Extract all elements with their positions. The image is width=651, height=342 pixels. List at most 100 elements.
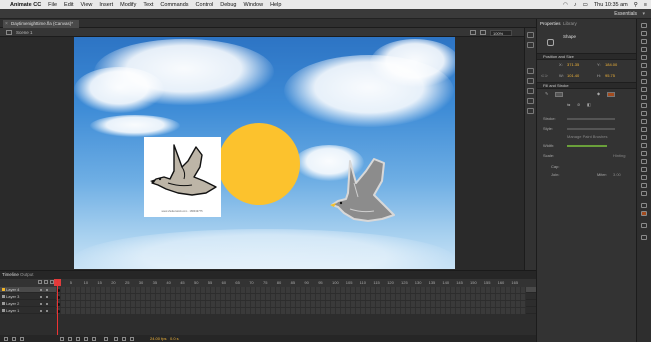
visibility-dot[interactable] (40, 296, 42, 298)
menu-control[interactable]: Control (196, 2, 214, 8)
black-white-icon[interactable]: ◧ (587, 102, 591, 107)
x-field[interactable]: 371.35 (567, 62, 579, 67)
menu-window[interactable]: Window (244, 2, 264, 8)
visibility-dot[interactable] (40, 289, 42, 291)
fill-color-swatch[interactable] (607, 92, 615, 97)
3d-rotation-tool-icon[interactable] (641, 47, 647, 52)
color-panel-icon[interactable] (527, 78, 534, 84)
scene-breadcrumb[interactable]: Scene 1 (16, 30, 33, 35)
swap-colors-tool-icon[interactable] (641, 223, 647, 228)
lock-dot[interactable] (46, 296, 48, 298)
next-frame-icon[interactable] (84, 337, 88, 341)
oval-tool-icon[interactable] (641, 95, 647, 100)
tab-output[interactable]: Output (20, 272, 34, 277)
width-select[interactable] (567, 145, 607, 147)
layer-row[interactable]: Layer 2 (0, 301, 536, 307)
new-folder-icon[interactable] (12, 337, 16, 341)
camera-tool-icon[interactable] (641, 175, 647, 180)
menu-insert[interactable]: Insert (99, 2, 113, 8)
loop-icon[interactable] (104, 337, 108, 341)
stroke-color-tool-icon[interactable] (641, 203, 647, 208)
layer-frames[interactable] (56, 294, 526, 300)
paint-bucket-tool-icon[interactable] (641, 143, 647, 148)
properties-panel-icon[interactable] (527, 32, 534, 38)
brush-tool-icon[interactable] (641, 119, 647, 124)
paint-bucket-icon[interactable]: ◆ (597, 91, 600, 96)
search-icon[interactable]: ⚲ (634, 2, 638, 8)
hinting-checkbox[interactable]: Hinting (613, 153, 625, 158)
menu-modify[interactable]: Modify (120, 2, 136, 8)
bird-image-card[interactable]: www.shutterstock.com · 186919775 (144, 137, 221, 217)
layer-frames[interactable] (56, 301, 526, 307)
battery-icon[interactable]: ▭ (583, 2, 588, 8)
link-icon[interactable]: ⊂⊃ (541, 73, 548, 78)
h-field[interactable]: 95.75 (605, 73, 615, 78)
new-layer-icon[interactable] (4, 337, 8, 341)
line-tool-icon[interactable] (641, 79, 647, 84)
chevron-down-icon[interactable]: ▾ (642, 11, 645, 17)
manage-brushes-link[interactable]: Manage Paint Brushes (567, 134, 607, 139)
menu-view[interactable]: View (81, 2, 93, 8)
layer-name[interactable]: Layer 2 (6, 301, 19, 307)
paint-brush-tool-icon[interactable] (641, 127, 647, 132)
swap-colors-icon[interactable]: ⇆ (567, 102, 570, 107)
tab-timeline[interactable]: Timeline (2, 272, 19, 277)
layer-name[interactable]: Layer 1 (6, 308, 19, 314)
previous-frame-icon[interactable] (68, 337, 72, 341)
eraser-tool-icon[interactable] (641, 159, 647, 164)
miter-field[interactable]: 3.00 (613, 172, 621, 177)
info-panel-icon[interactable] (527, 98, 534, 104)
transform-tool-icon[interactable] (641, 39, 647, 44)
first-frame-icon[interactable] (60, 337, 64, 341)
w-field[interactable]: 101.40 (567, 73, 579, 78)
frame-ruler[interactable]: 1510152025303540455055606570758085909510… (56, 279, 526, 287)
y-field[interactable]: 184.00 (605, 62, 617, 67)
layer-frames[interactable] (56, 308, 526, 314)
menu-debug[interactable]: Debug (220, 2, 236, 8)
hand-tool-icon[interactable] (641, 183, 647, 188)
width-tool-icon[interactable] (641, 167, 647, 172)
onion-skin-icon[interactable] (114, 337, 118, 341)
stroke-color-swatch[interactable] (555, 92, 563, 97)
tab-properties[interactable]: Properties (540, 21, 561, 26)
menu-text[interactable]: Text (143, 2, 153, 8)
lock-dot[interactable] (46, 310, 48, 312)
lasso-tool-icon[interactable] (641, 55, 647, 60)
swatches-panel-icon[interactable] (527, 88, 534, 94)
zoom-tool-icon[interactable] (641, 191, 647, 196)
play-icon[interactable] (76, 337, 80, 341)
selection-tool-icon[interactable] (641, 23, 647, 28)
clock[interactable]: Thu 10:35 am (594, 2, 628, 8)
bird-shape[interactable] (328, 157, 398, 229)
layer-name[interactable]: Layer 3 (6, 294, 19, 300)
last-frame-icon[interactable] (92, 337, 96, 341)
edit-symbol-icon[interactable] (480, 30, 486, 35)
frame-rate[interactable]: 24.00 fps (150, 336, 166, 341)
edit-scene-icon[interactable] (470, 30, 476, 35)
volume-icon[interactable]: ♪ (574, 2, 577, 8)
menu-file[interactable]: File (48, 2, 57, 8)
visibility-dot[interactable] (40, 303, 42, 305)
pencil-tool-icon[interactable] (641, 111, 647, 116)
text-tool-icon[interactable] (641, 71, 647, 76)
stroke-slider[interactable] (567, 118, 615, 120)
snap-to-objects-icon[interactable] (641, 235, 647, 240)
no-color-icon[interactable]: ⊘ (577, 102, 580, 107)
align-panel-icon[interactable] (527, 68, 534, 74)
polystar-tool-icon[interactable] (641, 103, 647, 108)
menu-help[interactable]: Help (270, 2, 281, 8)
sun[interactable] (218, 123, 300, 205)
zoom-select[interactable]: 100% (490, 30, 512, 36)
delete-layer-icon[interactable] (20, 337, 24, 341)
wifi-icon[interactable]: ◠ (563, 2, 568, 8)
visibility-dot[interactable] (40, 310, 42, 312)
back-arrow-icon[interactable] (6, 30, 12, 35)
workspace-switcher[interactable]: Essentials (614, 11, 637, 17)
edit-multiple-frames-icon[interactable] (130, 337, 134, 341)
menu-edit[interactable]: Edit (64, 2, 73, 8)
tab-library[interactable]: Library (563, 21, 577, 26)
pen-tool-icon[interactable] (641, 63, 647, 68)
eye-icon[interactable] (38, 280, 42, 284)
app-menu[interactable]: Animate CC (10, 2, 41, 8)
transform-panel-icon[interactable] (527, 108, 534, 114)
